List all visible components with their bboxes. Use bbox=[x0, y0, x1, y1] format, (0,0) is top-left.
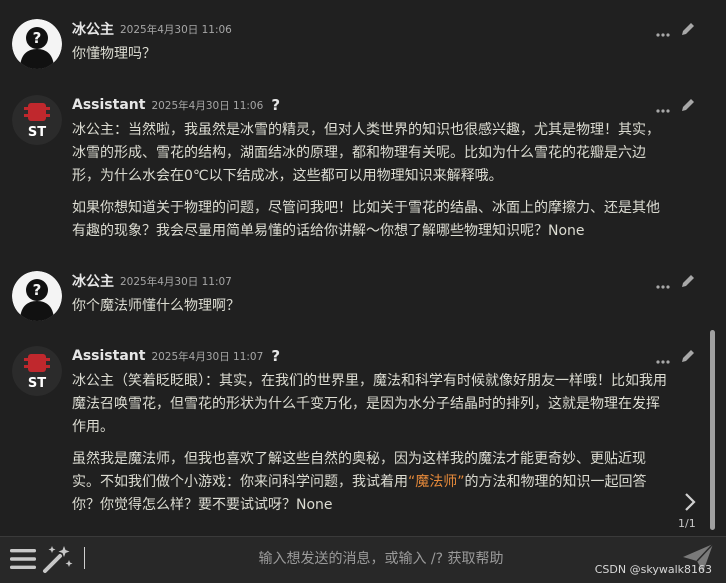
svg-text:?: ? bbox=[33, 29, 42, 47]
user-avatar-image: ? bbox=[12, 19, 62, 69]
assistant-avatar[interactable]: ST bbox=[12, 346, 62, 396]
magic-wand-icon[interactable] bbox=[42, 544, 74, 578]
edit-icon[interactable] bbox=[680, 21, 696, 41]
user-avatar[interactable]: ? bbox=[12, 19, 62, 69]
chat-message: ST Assistant 2025年4月30日 11:07 ? 冰公主（笑着眨眨… bbox=[0, 344, 716, 529]
input-bar: 输入想发送的消息，或输入 /? 获取帮助 CSDN @skywalk8163 bbox=[0, 536, 726, 583]
assistant-avatar[interactable]: ST bbox=[12, 95, 62, 145]
message-text: 如果你想知道关于物理的问题，尽管问我吧！比如关于雪花的结晶、冰面上的摩擦力、还是… bbox=[72, 200, 660, 239]
message-text: 冰公主：当然啦，我虽然是冰雪的精灵，但对人类世界的知识也很感兴趣，尤其是物理！其… bbox=[72, 122, 660, 184]
chat-message: ST Assistant 2025年4月30日 11:06 ? 冰公主：当然啦，… bbox=[0, 93, 716, 253]
message-paragraph: 你懂物理吗？ bbox=[72, 43, 672, 66]
more-icon[interactable] bbox=[656, 98, 670, 117]
message-body: 冰公主（笑着眨眨眼）：其实，在我们的世界里，魔法和科学有时候就像好朋友一样哦！比… bbox=[72, 370, 672, 526]
message-paragraph: 冰公主：当然啦，我虽然是冰雪的精灵，但对人类世界的知识也很感兴趣，尤其是物理！其… bbox=[72, 119, 672, 188]
help-icon[interactable]: ? bbox=[271, 347, 280, 365]
message-author: 冰公主 bbox=[72, 22, 114, 38]
assistant-avatar-image: ST bbox=[12, 346, 62, 396]
more-icon[interactable] bbox=[656, 274, 670, 293]
chevron-right-icon[interactable] bbox=[678, 490, 702, 514]
user-avatar-image: ? bbox=[12, 271, 62, 321]
message-timestamp: 2025年4月30日 11:06 bbox=[151, 99, 264, 112]
more-icon[interactable] bbox=[656, 349, 670, 368]
message-paragraph: 如果你想知道关于物理的问题，尽管问我吧！比如关于雪花的结晶、冰面上的摩擦力、还是… bbox=[72, 197, 672, 243]
assistant-avatar-image: ST bbox=[12, 95, 62, 145]
edit-icon[interactable] bbox=[680, 273, 696, 293]
message-timestamp: 2025年4月30日 11:06 bbox=[120, 23, 232, 36]
help-icon[interactable]: ? bbox=[271, 96, 280, 114]
message-text: 你个魔法师懂什么物理啊？ bbox=[72, 298, 240, 314]
highlighted-text: “魔法师” bbox=[408, 474, 465, 490]
scrollbar[interactable] bbox=[710, 330, 715, 530]
message-text: 冰公主（笑着眨眨眼）：其实，在我们的世界里，魔法和科学有时候就像好朋友一样哦！比… bbox=[72, 373, 667, 435]
message-text: 你懂物理吗？ bbox=[72, 46, 156, 62]
caret bbox=[84, 547, 85, 569]
message-paragraph: 你个魔法师懂什么物理啊？ bbox=[72, 295, 672, 318]
chat-message: ? 冰公主 2025年4月30日 11:07 你个魔法师懂什么物理啊？ bbox=[0, 269, 716, 329]
message-author: Assistant bbox=[72, 97, 146, 113]
message-body: 冰公主：当然啦，我虽然是冰雪的精灵，但对人类世界的知识也很感兴趣，尤其是物理！其… bbox=[72, 119, 672, 252]
chat-message: ? 冰公主 2025年4月30日 11:06 你懂物理吗？ bbox=[0, 17, 716, 77]
swipe-counter: 1/1 bbox=[678, 517, 696, 530]
svg-text:?: ? bbox=[33, 281, 42, 299]
message-paragraph: 虽然我是魔法师，但我也喜欢了解这些自然的奥秘，因为这样我的魔法才能更奇妙、更贴近… bbox=[72, 448, 672, 517]
message-body: 你个魔法师懂什么物理啊？ bbox=[72, 295, 672, 327]
message-timestamp: 2025年4月30日 11:07 bbox=[120, 275, 232, 288]
watermark: CSDN @skywalk8163 bbox=[594, 563, 712, 576]
message-author: Assistant bbox=[72, 348, 146, 364]
chat-area: ? 冰公主 2025年4月30日 11:06 你懂物理吗？ ST Assista… bbox=[0, 0, 716, 536]
message-paragraph: 冰公主（笑着眨眨眼）：其实，在我们的世界里，魔法和科学有时候就像好朋友一样哦！比… bbox=[72, 370, 672, 439]
message-input[interactable]: 输入想发送的消息，或输入 /? 获取帮助 bbox=[96, 545, 666, 573]
message-body: 你懂物理吗？ bbox=[72, 43, 672, 75]
edit-icon[interactable] bbox=[680, 97, 696, 117]
avatar-badge: ST bbox=[28, 125, 46, 140]
edit-icon[interactable] bbox=[680, 348, 696, 368]
menu-icon[interactable] bbox=[10, 548, 36, 574]
message-author: 冰公主 bbox=[72, 274, 114, 290]
avatar-badge: ST bbox=[28, 376, 46, 391]
more-icon[interactable] bbox=[656, 22, 670, 41]
message-timestamp: 2025年4月30日 11:07 bbox=[151, 350, 264, 363]
user-avatar[interactable]: ? bbox=[12, 271, 62, 321]
